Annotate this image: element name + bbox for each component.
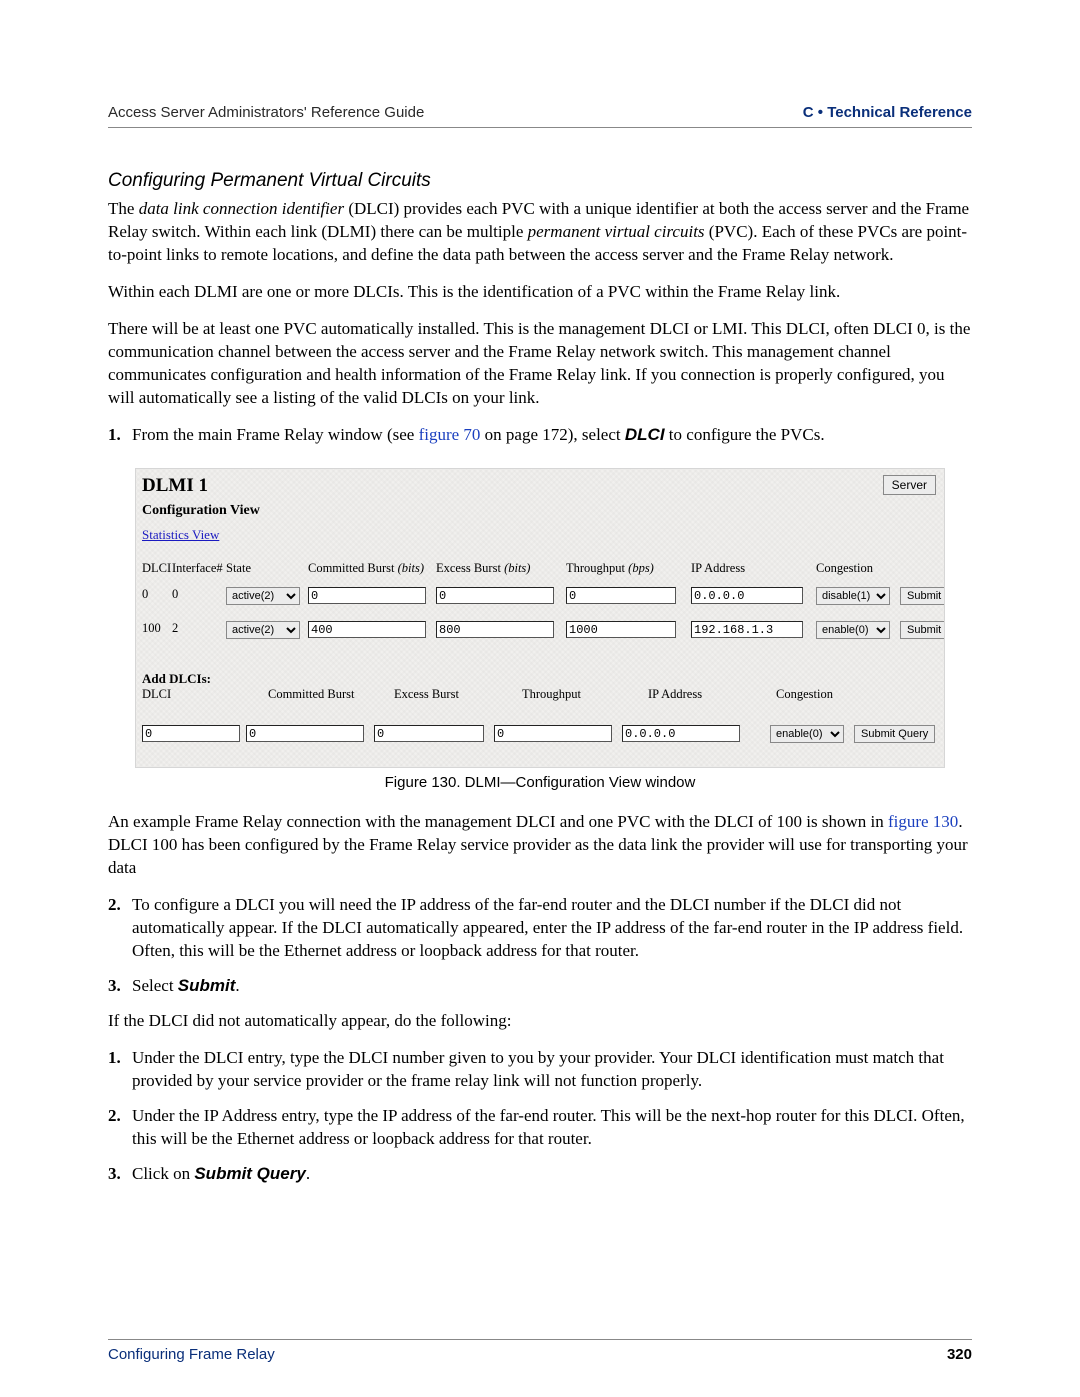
step-b2-text: Under the IP Address entry, type the IP … xyxy=(132,1105,972,1151)
paragraph-4: An example Frame Relay connection with t… xyxy=(108,811,972,880)
step-b3-num: 3. xyxy=(108,1163,132,1186)
add-hdr-dlci: DLCI xyxy=(142,687,232,702)
ip-input[interactable] xyxy=(691,621,803,638)
statistics-view-link[interactable]: Statistics View xyxy=(142,527,219,543)
paragraph-1: The data link connection identifier (DLC… xyxy=(108,198,972,267)
hdr-committed-burst: Committed Burst (bits) xyxy=(308,561,428,576)
hdr-state: State xyxy=(226,561,306,576)
committed-burst-input[interactable] xyxy=(308,621,426,638)
add-hdr-cb: Committed Burst xyxy=(268,687,378,702)
step-b1-num: 1. xyxy=(108,1047,132,1093)
add-hdr-ip: IP Address xyxy=(648,687,748,702)
congestion-select[interactable]: enable(0) xyxy=(816,621,890,639)
header-right: C • Technical Reference xyxy=(803,104,972,121)
figure-caption: Figure 130. DLMI—Configuration View wind… xyxy=(108,774,972,791)
step-a1-num: 1. xyxy=(108,424,132,447)
throughput-input[interactable] xyxy=(566,587,676,604)
footer-page: 320 xyxy=(947,1346,972,1363)
congestion-select[interactable]: disable(1) xyxy=(816,587,890,605)
step-a2-text: To configure a DLCI you will need the IP… xyxy=(132,894,972,963)
hdr-dlci: DLCI xyxy=(142,561,174,576)
hdr-interface: Interface# xyxy=(172,561,232,576)
fig-title: DLMI 1 xyxy=(142,475,208,497)
hdr-throughput: Throughput (bps) xyxy=(566,561,676,576)
step-a3-text: Select Submit. xyxy=(132,975,972,998)
paragraph-3: There will be at least one PVC automatic… xyxy=(108,318,972,410)
hdr-excess-burst: Excess Burst (bits) xyxy=(436,561,556,576)
paragraph-5: If the DLCI did not automatically appear… xyxy=(108,1010,972,1033)
step-b2-num: 2. xyxy=(108,1105,132,1151)
link-figure-130[interactable]: figure 130 xyxy=(888,812,958,831)
step-a1-text: From the main Frame Relay window (see fi… xyxy=(132,424,972,447)
ip-input[interactable] xyxy=(691,587,803,604)
add-eb-input[interactable] xyxy=(374,725,484,742)
footer-left: Configuring Frame Relay xyxy=(108,1346,275,1363)
header-rule xyxy=(108,127,972,128)
add-hdr-eb: Excess Burst xyxy=(394,687,494,702)
cell-interface: 0 xyxy=(172,587,232,602)
add-ip-input[interactable] xyxy=(622,725,740,742)
add-cb-input[interactable] xyxy=(246,725,364,742)
section-title: Configuring Permanent Virtual Circuits xyxy=(108,170,972,192)
submit-query-button[interactable]: Submit Query xyxy=(854,725,935,743)
header-left: Access Server Administrators' Reference … xyxy=(108,104,424,121)
cell-dlci: 100 xyxy=(142,621,174,636)
state-select[interactable]: active(2) xyxy=(226,621,300,639)
step-b1-text: Under the DLCI entry, type the DLCI numb… xyxy=(132,1047,972,1093)
link-figure-70[interactable]: figure 70 xyxy=(419,425,481,444)
add-hdr-cong: Congestion xyxy=(776,687,856,702)
committed-burst-input[interactable] xyxy=(308,587,426,604)
fig-subtitle: Configuration View xyxy=(142,503,260,519)
cell-interface: 2 xyxy=(172,621,232,636)
submit-button[interactable]: Submit xyxy=(900,587,945,605)
server-button[interactable]: Server xyxy=(883,475,936,495)
step-b3-text: Click on Submit Query. xyxy=(132,1163,972,1186)
add-tp-input[interactable] xyxy=(494,725,612,742)
add-dlci-input[interactable] xyxy=(142,725,240,742)
hdr-ip: IP Address xyxy=(691,561,801,576)
excess-burst-input[interactable] xyxy=(436,587,554,604)
add-hdr-tp: Throughput xyxy=(522,687,622,702)
excess-burst-input[interactable] xyxy=(436,621,554,638)
figure-dlmi-config: DLMI 1 Server Configuration View Statist… xyxy=(135,468,945,768)
paragraph-2: Within each DLMI are one or more DLCIs. … xyxy=(108,281,972,304)
step-a3-num: 3. xyxy=(108,975,132,998)
state-select[interactable]: active(2) xyxy=(226,587,300,605)
step-a2-num: 2. xyxy=(108,894,132,963)
add-dlcis-title: Add DLCIs: xyxy=(142,671,945,687)
hdr-congestion: Congestion xyxy=(816,561,898,576)
cell-dlci: 0 xyxy=(142,587,174,602)
submit-button[interactable]: Submit xyxy=(900,621,945,639)
add-congestion-select[interactable]: enable(0) xyxy=(770,725,844,743)
throughput-input[interactable] xyxy=(566,621,676,638)
